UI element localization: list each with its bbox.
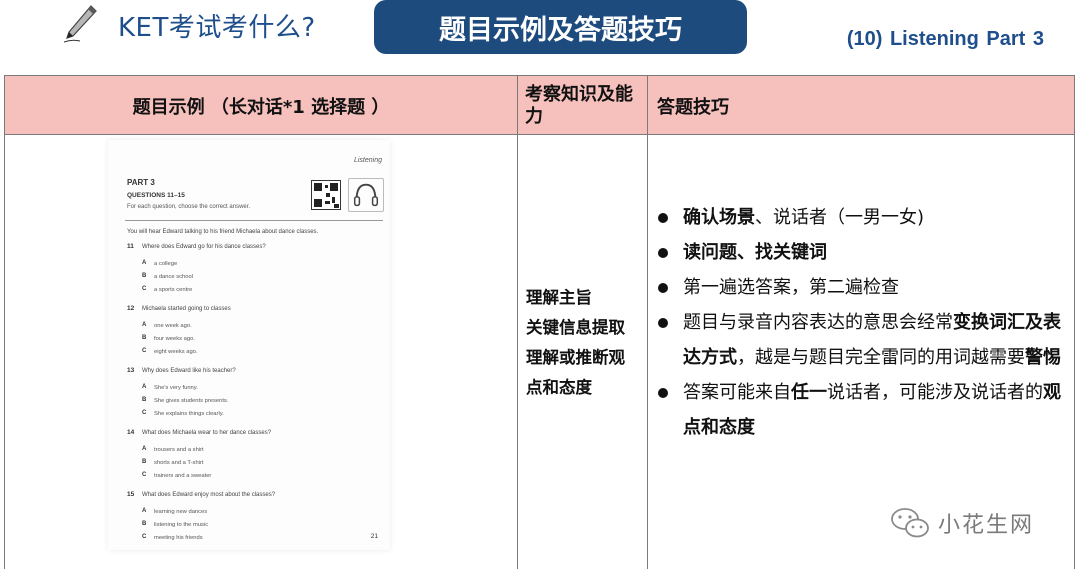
ability-item: 关键信息提取 (526, 318, 625, 337)
option-text: listening to the music (154, 521, 209, 528)
exam-intro: You will hear Edward talking to his frie… (127, 229, 319, 235)
slide: KET考试考什么? 题目示例及答题技巧 (10) Listening Part … (0, 0, 1080, 569)
tips-list: 确认场景、说话者（一男一女) 读问题、找关键词 第一遍选答案，第二遍检查题目与录音… (656, 200, 1066, 445)
option-letter: C (142, 348, 147, 354)
tip-emphasis: 任一 (791, 382, 827, 403)
ability-item: 理解主旨 (526, 288, 592, 307)
option-text: trousers and a shirt (154, 446, 204, 453)
bullet-icon (658, 283, 668, 293)
bullet-icon (658, 318, 668, 328)
page-title-banner: 题目示例及答题技巧 (374, 0, 747, 54)
bullet-icon (658, 388, 668, 398)
option-text: shorts and a T-shirt (154, 459, 204, 466)
exam-questions-range: QUESTIONS 11–15 (127, 192, 185, 199)
exam-divider (125, 220, 383, 221)
header-tips: 答题技巧 (657, 96, 729, 118)
tip-emphasis: 警惕 (1025, 347, 1061, 368)
tip-item: 读问题、找关键词 (656, 235, 1066, 270)
option-text: She explains things clearly. (154, 410, 224, 417)
question-text: Why does Edward like his teacher? (142, 367, 236, 374)
option-letter: A (142, 446, 147, 452)
option-text: one week ago. (154, 322, 192, 329)
option-text: four weeks ago. (154, 335, 195, 342)
tip-text: 、说话者（一男一女) (755, 207, 925, 228)
option-letter: B (142, 459, 147, 465)
question-text: Michaela started going to classes (142, 305, 231, 312)
tip-item: 第一遍选答案，第二遍检查 (656, 270, 1066, 305)
option-text: She gives students presents. (154, 397, 229, 404)
option-text: trainers and a sweater (154, 472, 212, 479)
ability-item: 理解或推断观 (526, 348, 625, 367)
option-letter: C (142, 472, 147, 478)
question-number: 12 (127, 305, 135, 312)
exam-running-head: Listening (353, 157, 382, 164)
question-number: 15 (127, 491, 135, 498)
tip-item: 确认场景、说话者（一男一女) (656, 200, 1066, 235)
option-letter: A (142, 508, 147, 514)
brand-title: KET考试考什么? (118, 13, 316, 43)
column-divider (517, 76, 518, 569)
option-letter: C (142, 286, 147, 292)
tip-text: 说话者，可能涉及说话者的 (827, 382, 1043, 403)
tip-text: 第一遍选答案，第二遍检查 (683, 277, 899, 298)
option-text: a college (154, 260, 178, 267)
option-letter: B (142, 521, 147, 527)
tip-item: 题目与录音内容表达的意思会经常变换词汇及表达方式，越是与题目完全雷同的用词越需要… (656, 305, 1066, 375)
bullet-icon (658, 248, 668, 258)
pen-icon (63, 5, 97, 43)
option-text: meeting his friends (154, 534, 203, 541)
exam-part-title: PART 3 (127, 178, 155, 187)
section-tag: (10) Listening Part 3 (846, 28, 1044, 50)
question-text: What does Edward enjoy most about the cl… (142, 491, 276, 498)
ability-item: 点和态度 (526, 378, 592, 397)
header-example: 题目示例 （长对话*1 选择题 ） (132, 96, 390, 118)
option-letter: B (142, 273, 147, 279)
option-letter: C (142, 410, 147, 416)
tip-emphasis: 确认场景 (683, 207, 755, 228)
tip-item: 答案可能来自任一说话者，可能涉及说话者的观点和态度 (656, 375, 1066, 445)
tip-text: 答案可能来自 (683, 382, 791, 403)
column-divider (647, 76, 648, 569)
exam-page-image: Listening PART 3 QUESTIONS 11–15 For eac… (108, 140, 390, 550)
tip-emphasis: 读问题、找关键词 (683, 242, 827, 263)
exam-instruction: For each question, choose the correct an… (127, 204, 251, 210)
tip-text: ，越是与题目完全雷同的用词越需要 (737, 347, 1025, 368)
option-letter: A (142, 322, 147, 328)
option-text: She's very funny. (154, 384, 198, 391)
tip-text: 题目与录音内容表达的意思会经常 (683, 312, 953, 333)
option-letter: A (142, 384, 147, 390)
option-text: a sports centre (154, 286, 193, 293)
watermark-text: 小花生网 (938, 513, 1035, 538)
question-text: What does Michaela wear to her dance cla… (142, 429, 272, 436)
question-number: 13 (127, 367, 135, 374)
question-number: 14 (127, 429, 135, 436)
exam-page-number: 21 (370, 533, 378, 540)
option-text: learning new dances (154, 508, 208, 515)
question-number: 11 (127, 243, 134, 250)
option-text: eight weeks ago. (154, 348, 198, 355)
header-ability: 考察知识及能力 (525, 83, 633, 127)
option-letter: B (142, 335, 147, 341)
ability-list: 理解主旨关键信息提取 理解或推断观 点和态度 (526, 283, 641, 403)
option-letter: C (142, 534, 147, 540)
question-text: Where does Edward go for his dance class… (142, 243, 266, 250)
wechat-icon (891, 508, 929, 538)
option-text: a dance school (154, 273, 193, 280)
watermark: 小花生网 (890, 506, 1034, 540)
qr-code-icon (311, 180, 341, 210)
headphones-icon (348, 178, 384, 212)
bullet-icon (658, 213, 668, 223)
option-letter: A (142, 260, 147, 266)
option-letter: B (142, 397, 147, 403)
